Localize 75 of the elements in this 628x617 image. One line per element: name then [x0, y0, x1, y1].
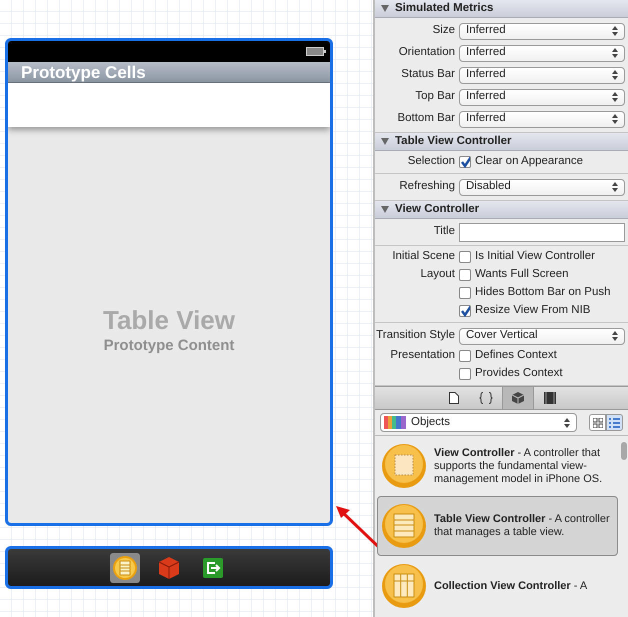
title-field[interactable]	[459, 222, 625, 242]
field-label: Title	[434, 225, 455, 238]
objects-popup[interactable]: Objects	[380, 413, 577, 432]
field-label: Selection	[408, 155, 455, 168]
collection-controller-icon	[381, 563, 427, 609]
disclosure-triangle-icon	[381, 5, 389, 12]
scroll-thumb[interactable]	[621, 442, 627, 460]
grid-icon	[592, 418, 602, 428]
checkbox[interactable]: Provides Context	[459, 365, 563, 383]
disclosure-triangle-icon	[381, 138, 389, 145]
stepper-icon	[612, 92, 618, 102]
grid-view-button[interactable]	[589, 414, 606, 431]
field-label: Top Bar	[415, 90, 455, 102]
exit-icon	[202, 556, 224, 578]
checkbox[interactable]: Defines Context	[459, 347, 557, 365]
popup-button[interactable]: Inferred	[459, 110, 625, 128]
field-label: Status Bar	[401, 68, 455, 80]
stepper-icon	[564, 418, 570, 428]
placeholder-title: Table View	[103, 304, 235, 337]
section-title: Simulated Metrics	[395, 0, 494, 16]
checkbox[interactable]: Hides Bottom Bar on Push	[459, 284, 611, 302]
library-item[interactable]: View Controller - A controller that supports the fundamental view-management model in iPhone OS.	[377, 436, 618, 496]
cube-icon	[158, 556, 180, 580]
field-label: Presentation	[390, 349, 455, 362]
table-controller-icon	[112, 554, 138, 580]
stepper-icon	[612, 26, 618, 36]
checkbox[interactable]: Wants Full Screen	[459, 266, 569, 284]
item-description: View Controller - A controller that supports the fundamental view-management model in iPhone OS.	[434, 446, 604, 486]
field-label: Bottom Bar	[397, 112, 455, 124]
stepper-icon	[612, 114, 618, 124]
code-snippet-icon	[478, 392, 492, 404]
navigation-title: Prototype Cells	[21, 64, 146, 80]
popup-button[interactable]: Disabled	[459, 178, 625, 196]
stepper-icon	[612, 331, 618, 341]
placeholder-subtitle: Prototype Content	[104, 336, 234, 356]
section-header[interactable]: Simulated Metrics	[375, 0, 628, 18]
view-controller-icon	[381, 443, 427, 489]
table-controller-icon	[381, 503, 427, 549]
field-label: Refreshing	[399, 180, 455, 192]
library-item[interactable]: Collection View Controller - A	[377, 556, 618, 616]
checkmark-icon	[460, 156, 470, 168]
item-description: Collection View Controller - A	[434, 580, 588, 592]
field-label: Initial Scene	[392, 250, 455, 262]
field-label: Transition Style	[376, 329, 455, 342]
field-label: Layout	[420, 268, 455, 280]
checkbox[interactable]: Resize View From NIB	[459, 302, 590, 320]
file-template-icon	[448, 392, 458, 404]
popup-button[interactable]: Inferred	[459, 44, 625, 62]
field-label: Orientation	[398, 46, 455, 58]
stepper-icon	[612, 182, 618, 192]
popup-button[interactable]: Inferred	[459, 22, 625, 40]
section-title: Table View Controller	[395, 134, 512, 149]
checkbox[interactable]: Clear on Appearance	[459, 153, 584, 171]
object-cube-icon	[512, 392, 524, 404]
item-description: Table View Controller - A controller that manages a table view.	[434, 513, 611, 539]
stepper-icon	[612, 70, 618, 80]
popup-button[interactable]: Inferred	[459, 88, 625, 106]
popup-button[interactable]: Inferred	[459, 66, 625, 84]
disclosure-triangle-icon	[381, 206, 389, 213]
media-strip-icon	[544, 392, 556, 404]
field-label: Size	[432, 24, 455, 36]
table-controller-button[interactable]	[110, 552, 140, 582]
list-view-button[interactable]	[606, 414, 623, 431]
section-title: View Controller	[395, 202, 480, 217]
color-library-icon	[384, 416, 406, 429]
section-header[interactable]: Table View Controller	[375, 133, 628, 151]
checkbox[interactable]: Is Initial View Controller	[459, 248, 595, 266]
section-header[interactable]: View Controller	[375, 201, 628, 219]
list-icon	[609, 418, 620, 428]
prototype-cell[interactable]	[8, 83, 330, 127]
checkmark-icon	[460, 305, 470, 317]
stepper-icon	[612, 48, 618, 58]
popup-button[interactable]: Cover Vertical	[459, 328, 625, 344]
library-item[interactable]: Table View Controller - A controller that manages a table view.	[377, 496, 618, 556]
battery-icon	[306, 47, 326, 56]
